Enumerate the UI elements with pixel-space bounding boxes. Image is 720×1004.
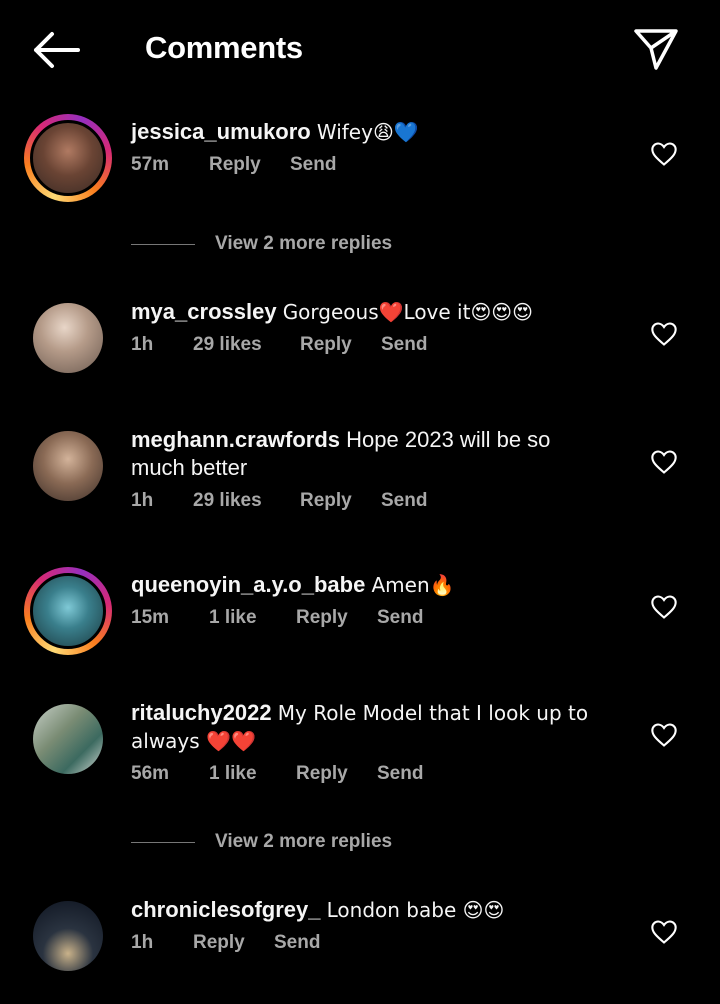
comment-text: mya_crossley Gorgeous❤️Love it😍😍😍: [131, 298, 631, 326]
comment-time: 57m: [131, 154, 170, 175]
avatar: [33, 901, 103, 971]
share-button[interactable]: [632, 26, 680, 72]
comment-meta: 1h 29 likes Reply Send: [131, 334, 631, 356]
comment-body: Gorgeous❤️Love it😍😍😍: [282, 300, 533, 324]
send-button[interactable]: Send: [290, 154, 336, 176]
send-button[interactable]: Send: [381, 490, 427, 512]
page-title: Comments: [145, 30, 303, 65]
comment-time: 1h: [131, 490, 154, 511]
like-count[interactable]: 1 like: [209, 763, 296, 785]
comment-body: Wifey😩💙: [316, 120, 419, 144]
arrow-left-icon: [34, 32, 80, 68]
comment-username[interactable]: chroniclesofgrey_: [131, 897, 321, 922]
comment-body: London babe 😍😍: [326, 898, 505, 922]
comment-meta: 1h Reply Send: [131, 932, 631, 954]
back-button[interactable]: [30, 30, 82, 70]
heart-icon[interactable]: [650, 593, 678, 621]
avatar-story-ring[interactable]: [24, 114, 112, 202]
reply-button[interactable]: Reply: [300, 490, 381, 512]
view-more-replies[interactable]: View 2 more replies: [131, 229, 531, 259]
comment-body: Amen🔥: [371, 573, 455, 597]
avatar-wrap[interactable]: [24, 422, 112, 510]
reply-button[interactable]: Reply: [300, 334, 381, 356]
comment-meta: 56m 1 like Reply Send: [131, 763, 621, 785]
header-bar: Comments: [0, 0, 720, 100]
avatar: [30, 120, 106, 196]
reply-button[interactable]: Reply: [193, 932, 274, 954]
avatar: [33, 704, 103, 774]
divider-line: [131, 841, 195, 843]
comment-username[interactable]: mya_crossley: [131, 299, 277, 324]
comment-meta: 1h 29 likes Reply Send: [131, 490, 601, 512]
comment-username[interactable]: queenoyin_a.y.o_babe: [131, 572, 365, 597]
like-count[interactable]: 1 like: [209, 607, 296, 629]
comment-time: 56m: [131, 763, 170, 784]
avatar: [33, 431, 103, 501]
reply-button[interactable]: Reply: [209, 154, 290, 176]
comment-time: 1h: [131, 334, 154, 355]
comment-username[interactable]: ritaluchy2022: [131, 700, 272, 725]
like-count[interactable]: 29 likes: [193, 490, 300, 512]
send-button[interactable]: Send: [377, 763, 423, 785]
heart-icon[interactable]: [650, 140, 678, 168]
avatar-story-ring[interactable]: [24, 567, 112, 655]
send-button[interactable]: Send: [377, 607, 423, 629]
comment-meta: 15m 1 like Reply Send: [131, 607, 631, 629]
heart-icon[interactable]: [650, 320, 678, 348]
paper-plane-icon: [634, 29, 678, 70]
comment-text: chroniclesofgrey_ London babe 😍😍: [131, 896, 631, 924]
comment-username[interactable]: jessica_umukoro: [131, 119, 311, 144]
avatar-wrap[interactable]: [24, 294, 112, 382]
send-button[interactable]: Send: [274, 932, 320, 954]
comment-text: meghann.crawfords Hope 2023 will be so m…: [131, 426, 601, 482]
heart-icon[interactable]: [650, 721, 678, 749]
like-count[interactable]: 29 likes: [193, 334, 300, 356]
heart-icon[interactable]: [650, 448, 678, 476]
avatar: [33, 303, 103, 373]
comment-meta: 57m Reply Send: [131, 154, 631, 176]
avatar-wrap[interactable]: [24, 892, 112, 980]
comment-time: 1h: [131, 932, 154, 953]
comment-time: 15m: [131, 607, 170, 628]
reply-button[interactable]: Reply: [296, 607, 377, 629]
comment-username[interactable]: meghann.crawfords: [131, 427, 340, 452]
comment-text: queenoyin_a.y.o_babe Amen🔥: [131, 571, 631, 599]
comment-text: jessica_umukoro Wifey😩💙: [131, 118, 631, 146]
divider-line: [131, 243, 195, 245]
avatar: [30, 573, 106, 649]
send-button[interactable]: Send: [381, 334, 427, 356]
reply-button[interactable]: Reply: [296, 763, 377, 785]
avatar-wrap[interactable]: [24, 695, 112, 783]
view-more-label: View 2 more replies: [215, 831, 393, 852]
view-more-label: View 2 more replies: [215, 233, 393, 254]
view-more-replies[interactable]: View 2 more replies: [131, 827, 531, 857]
comment-text: ritaluchy2022 My Role Model that I look …: [131, 699, 621, 755]
heart-icon[interactable]: [650, 918, 678, 946]
